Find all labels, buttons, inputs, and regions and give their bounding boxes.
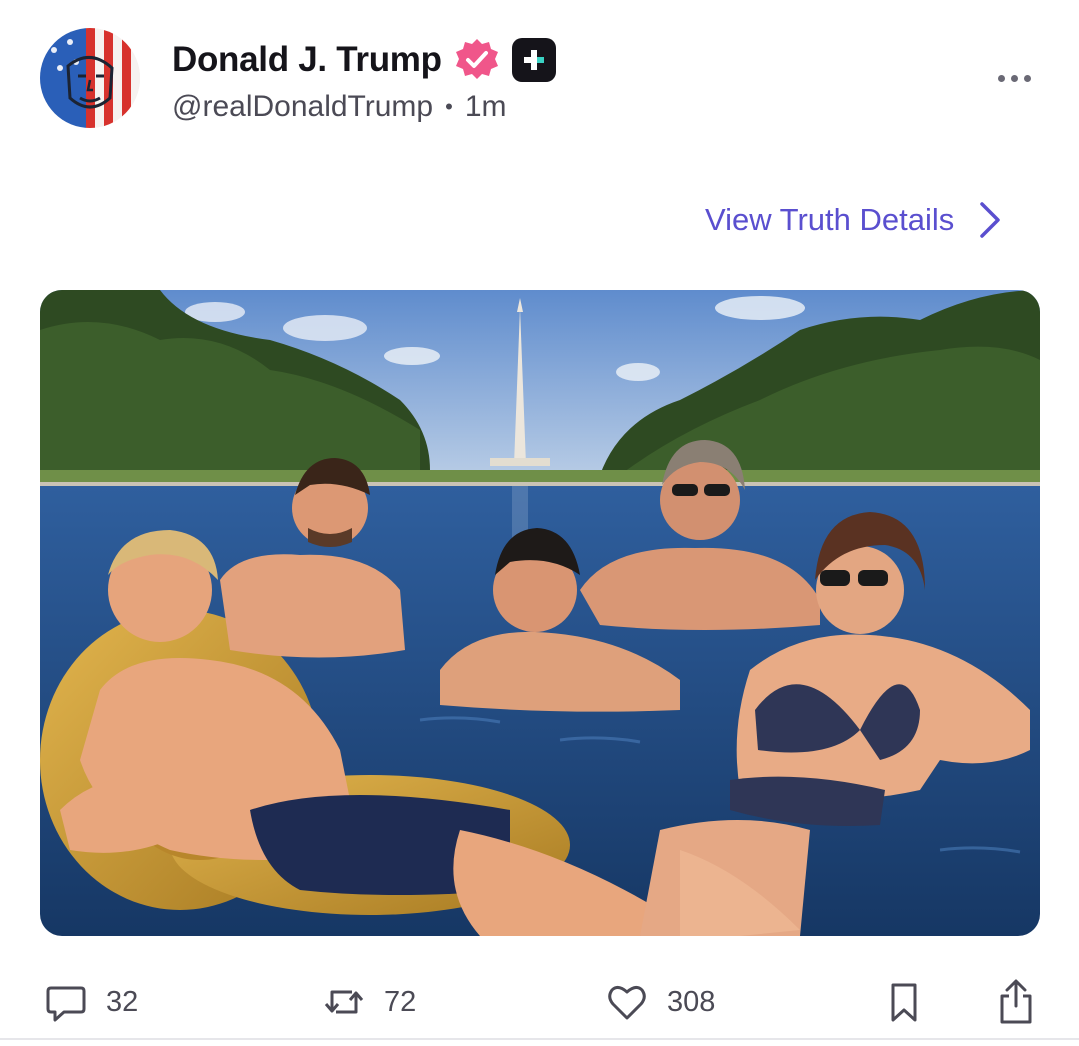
truth-post: Donald J. Trump @realDonaldTrump • 1m Vi… [0,0,1079,1046]
post-divider [0,1038,1079,1040]
share-button[interactable] [996,972,1036,1032]
retruth-icon [324,990,364,1014]
author-display-name[interactable]: Donald J. Trump [172,40,442,80]
reply-icon [46,986,86,1022]
more-dot [1010,74,1018,82]
reply-count: 32 [106,985,139,1018]
like-count: 308 [667,985,716,1018]
share-icon [1000,979,1032,1024]
heart-icon [608,985,646,1020]
more-dot [997,74,1005,82]
reply-button[interactable]: 32 [44,972,138,1032]
post-timestamp[interactable]: 1m [465,90,507,124]
author-meta-row: @realDonaldTrump • 1m [172,90,507,124]
post-photo-illustration [40,290,1040,936]
avatar[interactable] [40,28,140,128]
chevron-right-icon [980,202,1001,238]
view-truth-details-link[interactable]: View Truth Details [705,198,1002,242]
post-photo[interactable] [40,290,1040,936]
more-options-icon[interactable] [992,66,1036,90]
retruth-count: 72 [384,985,417,1018]
post-actions-bar: 32 72 308 [0,972,1079,1032]
verified-badge-icon [455,39,498,79]
like-button[interactable]: 308 [605,972,715,1032]
flag-face-avatar [40,28,140,128]
author-handle[interactable]: @realDonaldTrump [172,90,433,124]
bookmark-button[interactable] [884,972,924,1032]
author-name-row: Donald J. Trump [172,38,556,82]
more-dot [1023,74,1031,82]
view-truth-details-label: View Truth Details [705,202,955,237]
retruth-button[interactable]: 72 [322,972,416,1032]
meta-separator: • [445,94,453,119]
truth-plus-badge-icon [511,38,556,82]
bookmark-icon [891,983,917,1022]
